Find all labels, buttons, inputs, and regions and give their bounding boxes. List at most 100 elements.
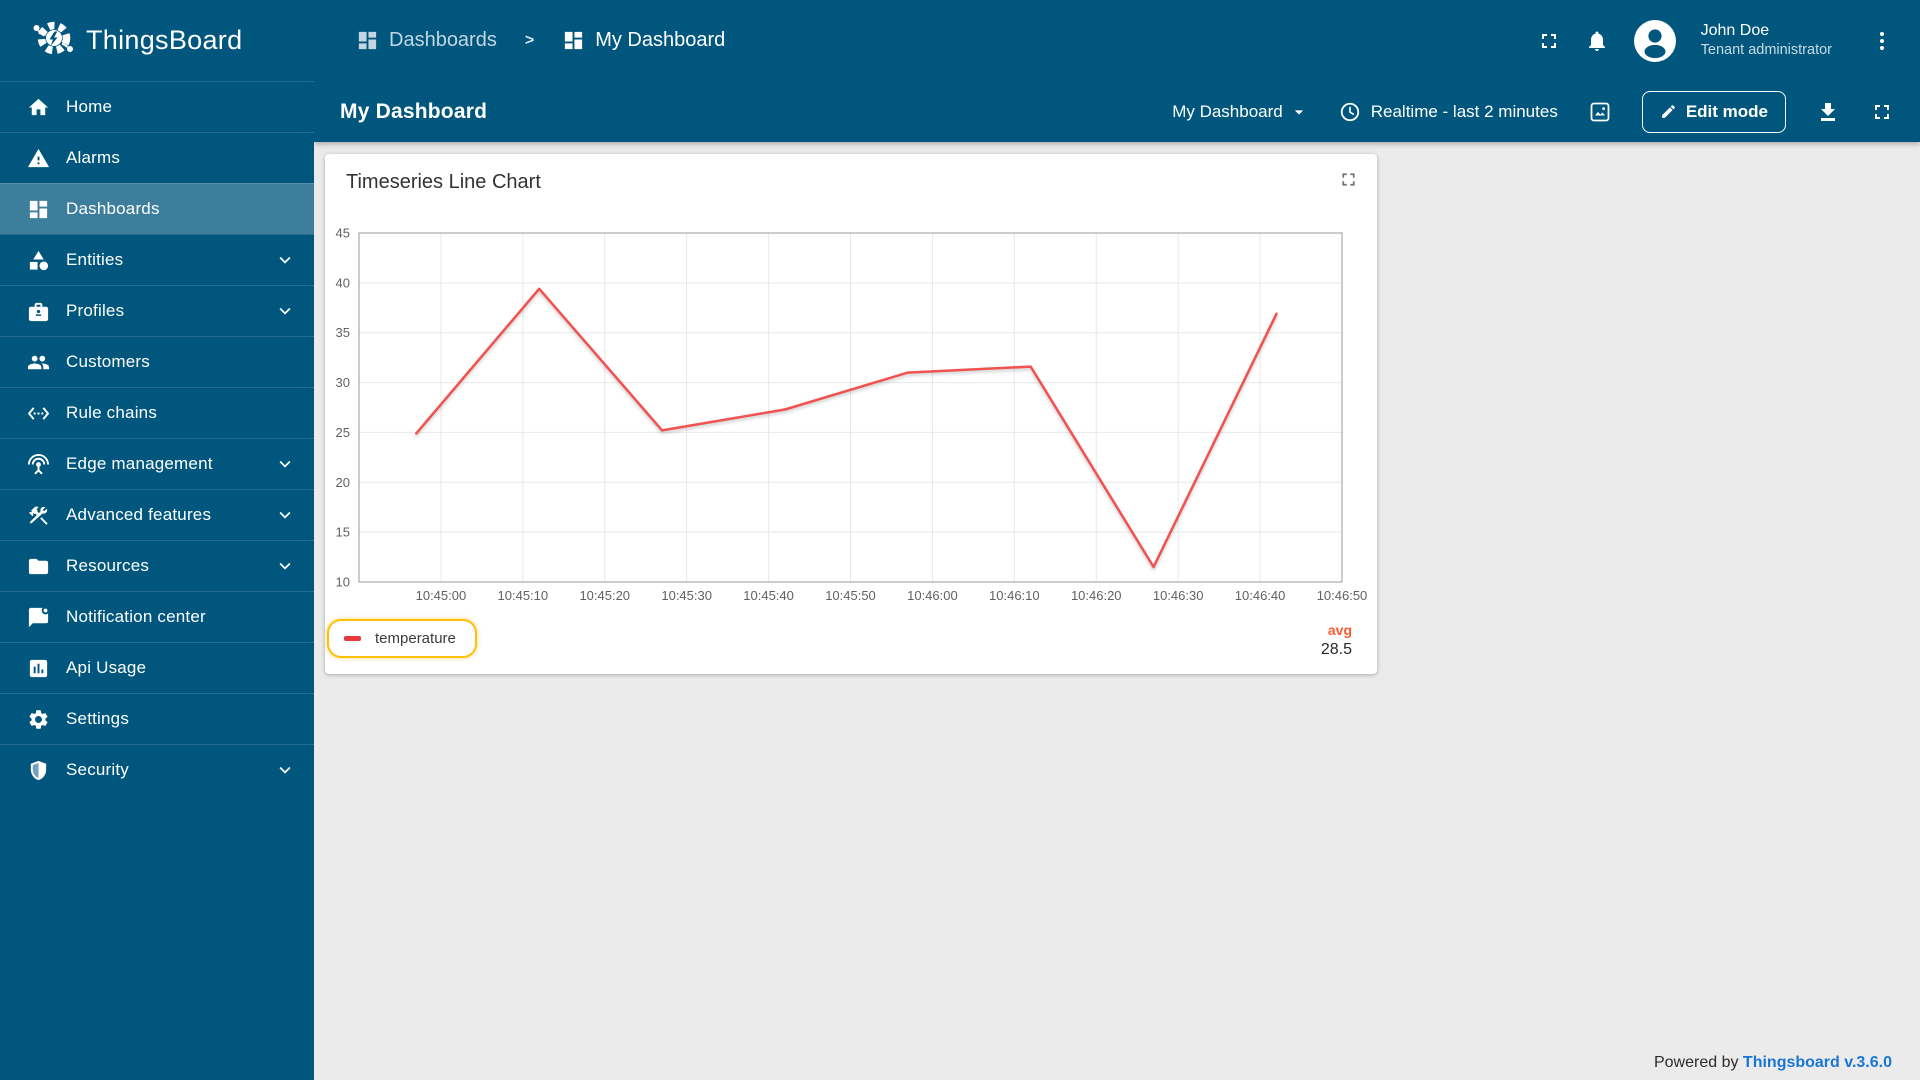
sidebar-item-advanced-features[interactable]: Advanced features [0,489,314,540]
fullscreen-icon[interactable] [1870,100,1894,124]
sidebar-item-rule-chains[interactable]: Rule chains [0,387,314,438]
dashboard-icon [565,31,583,50]
dashboard-select[interactable]: My Dashboard [1172,102,1309,122]
x-axis-tick-label: 10:46:40 [1235,588,1286,603]
sidebar-item-label: Edge management [66,454,213,473]
timeseries-widget: Timeseries Line Chart 10 15 20 25 30 35 40 45 10… [325,154,1377,674]
legend-item-temperature[interactable]: temperature [327,619,477,658]
dashboard-icon [358,31,377,50]
page-title: My Dashboard [340,99,488,123]
caret-down-icon [1294,109,1303,114]
sidebar-item-label: Settings [66,709,130,728]
rule-chains-icon [27,402,50,425]
chevron-down-icon [274,759,296,781]
sidebar: ThingsBoard Home Alarms Dashboards Entities… [0,0,314,1080]
sidebar-item-api-usage[interactable]: Api Usage [0,642,314,693]
sidebar-item-label: Alarms [66,148,121,167]
sidebar-item-profiles[interactable]: Profiles [0,285,314,336]
sidebar-item-label: Home [66,97,113,116]
y-axis-tick-label: 30 [336,375,350,390]
image-icon[interactable] [1588,100,1612,124]
dashboard-canvas: Timeseries Line Chart 10 15 20 25 30 35 40 45 10… [314,142,1920,1080]
sidebar-item-label: Advanced features [66,505,212,524]
widget-fullscreen-icon[interactable] [1338,169,1359,190]
chart-line-temperature [415,287,1278,569]
aggregation-block: avg 28.5 [1321,621,1352,661]
notifications-bell-icon[interactable] [1585,29,1609,53]
chevron-down-icon [274,555,296,577]
x-axis-tick-label: 10:46:50 [1317,588,1368,603]
sidebar-item-edge-management[interactable]: Edge management [0,438,314,489]
timeseries-line-chart[interactable]: 10 15 20 25 30 35 40 45 10:45:00 10:45:10 10:45:20… [331,226,1371,608]
y-axis-tick-label: 15 [336,525,350,540]
chevron-down-icon [274,249,296,271]
user-name: John Doe [1700,22,1770,40]
profiles-icon [27,300,50,323]
x-axis-tick-label: 10:45:50 [825,588,876,603]
api-usage-icon [27,657,50,680]
timewindow-button[interactable]: Realtime - last 2 minutes [1339,101,1558,123]
sidebar-item-entities[interactable]: Entities [0,234,314,285]
breadcrumb-dashboards[interactable]: Dashboards [356,29,497,52]
y-axis-tick-label: 10 [336,575,350,590]
sidebar-item-home[interactable]: Home [0,81,314,132]
sidebar-item-security[interactable]: Security [0,744,314,795]
sidebar-item-alarms[interactable]: Alarms [0,132,314,183]
security-icon [27,759,50,782]
sidebar-item-label: Notification center [66,607,206,626]
y-axis-tick-label: 40 [336,275,350,290]
home-icon [27,96,50,119]
breadcrumb: Dashboards > My Dashboard [356,29,725,52]
sidebar-item-customers[interactable]: Customers [0,336,314,387]
more-vert-icon[interactable] [1870,29,1894,53]
avg-value: 28.5 [1320,641,1352,659]
sidebar-item-label: Dashboards [66,199,160,218]
edge-management-icon [27,453,50,476]
sidebar-item-resources[interactable]: Resources [0,540,314,591]
settings-icon [27,708,50,731]
notification-center-icon [27,606,50,629]
dashboards-icon [27,198,50,221]
avatar[interactable] [1633,19,1677,63]
top-header: Dashboards > My Dashboard John Doe Tenan… [314,0,1920,142]
breadcrumb-bar: Dashboards > My Dashboard John Doe Tenan… [314,0,1920,81]
dashboard-toolbar: My Dashboard My Dashboard Realtime - las… [314,81,1920,142]
app-logo[interactable]: ThingsBoard [0,0,314,81]
sidebar-item-label: Customers [66,352,150,371]
x-axis-tick-label: 10:46:10 [989,588,1040,603]
x-axis-tick-label: 10:45:40 [743,588,794,603]
sidebar-item-dashboards[interactable]: Dashboards [0,183,314,234]
sidebar-item-label: Entities [66,250,124,269]
y-axis-tick-label: 20 [336,475,350,490]
user-info[interactable]: John Doe Tenant administrator [1701,21,1832,59]
app-title: ThingsBoard [86,25,243,55]
chevron-down-icon [274,453,296,475]
customers-icon [27,351,50,374]
clock-icon [1340,102,1359,121]
chevron-down-icon [274,504,296,526]
y-axis-tick-label: 45 [336,226,350,241]
edit-mode-button[interactable]: Edit mode [1641,90,1786,133]
sidebar-item-label: Api Usage [66,658,147,677]
y-axis-tick-label: 25 [336,425,350,440]
chevron-down-icon [274,300,296,322]
entities-icon [27,249,50,272]
x-axis-tick-label: 10:46:00 [907,588,958,603]
series-color-dash [344,636,361,641]
x-axis-tick-label: 10:45:20 [579,588,630,603]
user-role: Tenant administrator [1700,42,1832,59]
breadcrumb-my-dashboard[interactable]: My Dashboard [562,29,725,52]
y-axis-tick-label: 35 [336,325,350,340]
fullscreen-icon[interactable] [1537,29,1561,53]
edit-pencil-icon [1661,105,1675,118]
x-axis-tick-label: 10:45:00 [416,588,467,603]
thingsboard-version-link[interactable]: Thingsboard v.3.6.0 [1743,1054,1892,1071]
sidebar-item-settings[interactable]: Settings [0,693,314,744]
sidebar-menu: Home Alarms Dashboards Entities Profiles Cust… [0,81,314,795]
sidebar-item-notification-center[interactable]: Notification center [0,591,314,642]
x-axis-tick-label: 10:46:20 [1071,588,1122,603]
powered-by-footer: Powered by Thingsboard v.3.6.0 [1653,1054,1892,1071]
alarms-icon [27,147,50,170]
resources-icon [27,555,50,578]
download-icon[interactable] [1816,100,1840,124]
